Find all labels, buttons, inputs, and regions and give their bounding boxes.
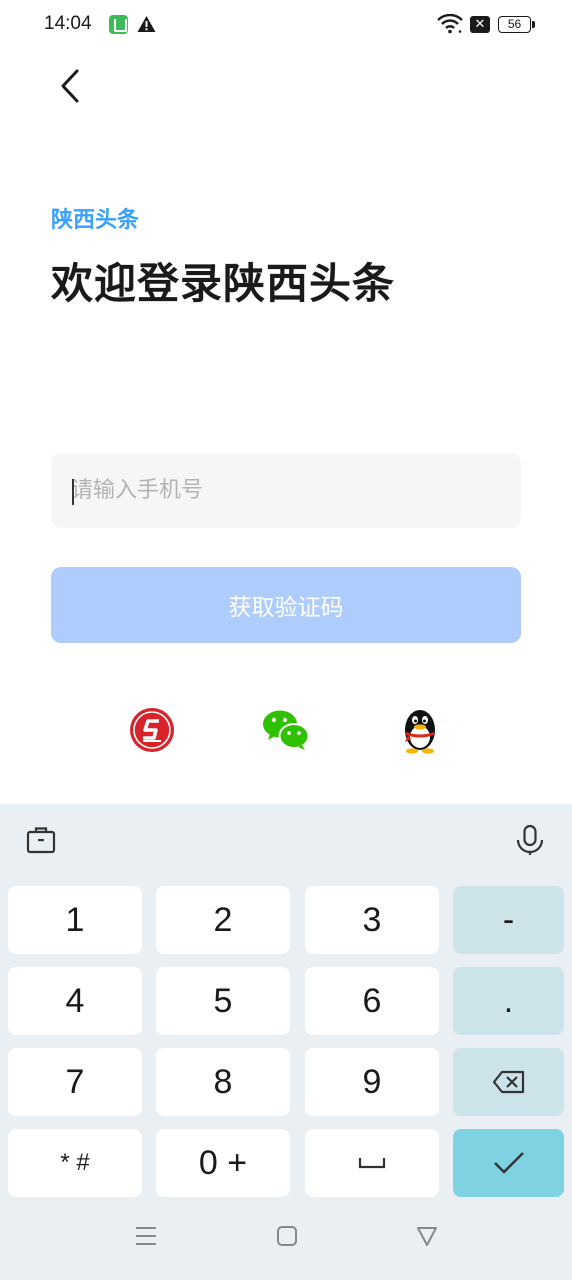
key-symbols-label: * # — [60, 1149, 90, 1176]
phone-number-input[interactable] — [71, 453, 511, 528]
qq-icon — [405, 710, 435, 754]
status-time: 14:04 — [44, 13, 92, 34]
get-verification-code-button[interactable]: 获取验证码 — [51, 567, 521, 643]
wechat-login-button[interactable] — [261, 706, 311, 754]
key-5[interactable]: 5 — [156, 967, 290, 1035]
status-bar: 14:04 ✕ 56 — [0, 0, 572, 52]
no-sim-icon: ✕ — [470, 16, 490, 33]
key-9[interactable]: 9 — [305, 1048, 439, 1116]
key-0-plus[interactable]: 0 + — [156, 1129, 290, 1197]
s-logo-login-button[interactable] — [128, 706, 176, 754]
checkmark-icon — [493, 1152, 524, 1174]
chevron-left-icon — [61, 69, 79, 103]
backspace-icon — [492, 1070, 524, 1094]
key-6[interactable]: 6 — [305, 967, 439, 1035]
home-icon[interactable] — [276, 1225, 298, 1251]
back-button[interactable] — [50, 62, 90, 110]
page-title: 欢迎登录陕西头条 — [51, 259, 396, 308]
key-1[interactable]: 1 — [8, 886, 142, 954]
wechat-icon — [263, 710, 310, 750]
clipboard-icon[interactable] — [26, 826, 56, 858]
confirm-key[interactable] — [453, 1129, 564, 1197]
microphone-icon[interactable] — [515, 824, 545, 860]
app-notification-icon — [109, 15, 128, 34]
text-caret — [72, 479, 74, 505]
menu-icon[interactable] — [135, 1225, 157, 1251]
key-8[interactable]: 8 — [156, 1048, 290, 1116]
key-dot[interactable]: . — [453, 967, 564, 1035]
key-2[interactable]: 2 — [156, 886, 290, 954]
key-symbols[interactable]: * # — [8, 1129, 142, 1197]
backspace-key[interactable] — [453, 1048, 564, 1116]
qq-login-button[interactable] — [396, 706, 444, 754]
wifi-icon — [437, 13, 463, 38]
numeric-keyboard: 1 2 3 - 4 5 6 . 7 8 9 * # 0 + — [0, 804, 572, 1280]
key-minus[interactable]: - — [453, 886, 564, 954]
space-icon — [358, 1158, 386, 1169]
back-triangle-icon[interactable] — [416, 1225, 438, 1251]
key-4[interactable]: 4 — [8, 967, 142, 1035]
key-7[interactable]: 7 — [8, 1048, 142, 1116]
s-logo-icon — [130, 708, 174, 752]
phone-input-container — [51, 453, 521, 528]
battery-icon: 56 — [498, 16, 535, 33]
key-3[interactable]: 3 — [305, 886, 439, 954]
warning-icon — [137, 15, 156, 37]
brand-label: 陕西头条 — [51, 208, 140, 233]
space-key[interactable] — [305, 1129, 439, 1197]
